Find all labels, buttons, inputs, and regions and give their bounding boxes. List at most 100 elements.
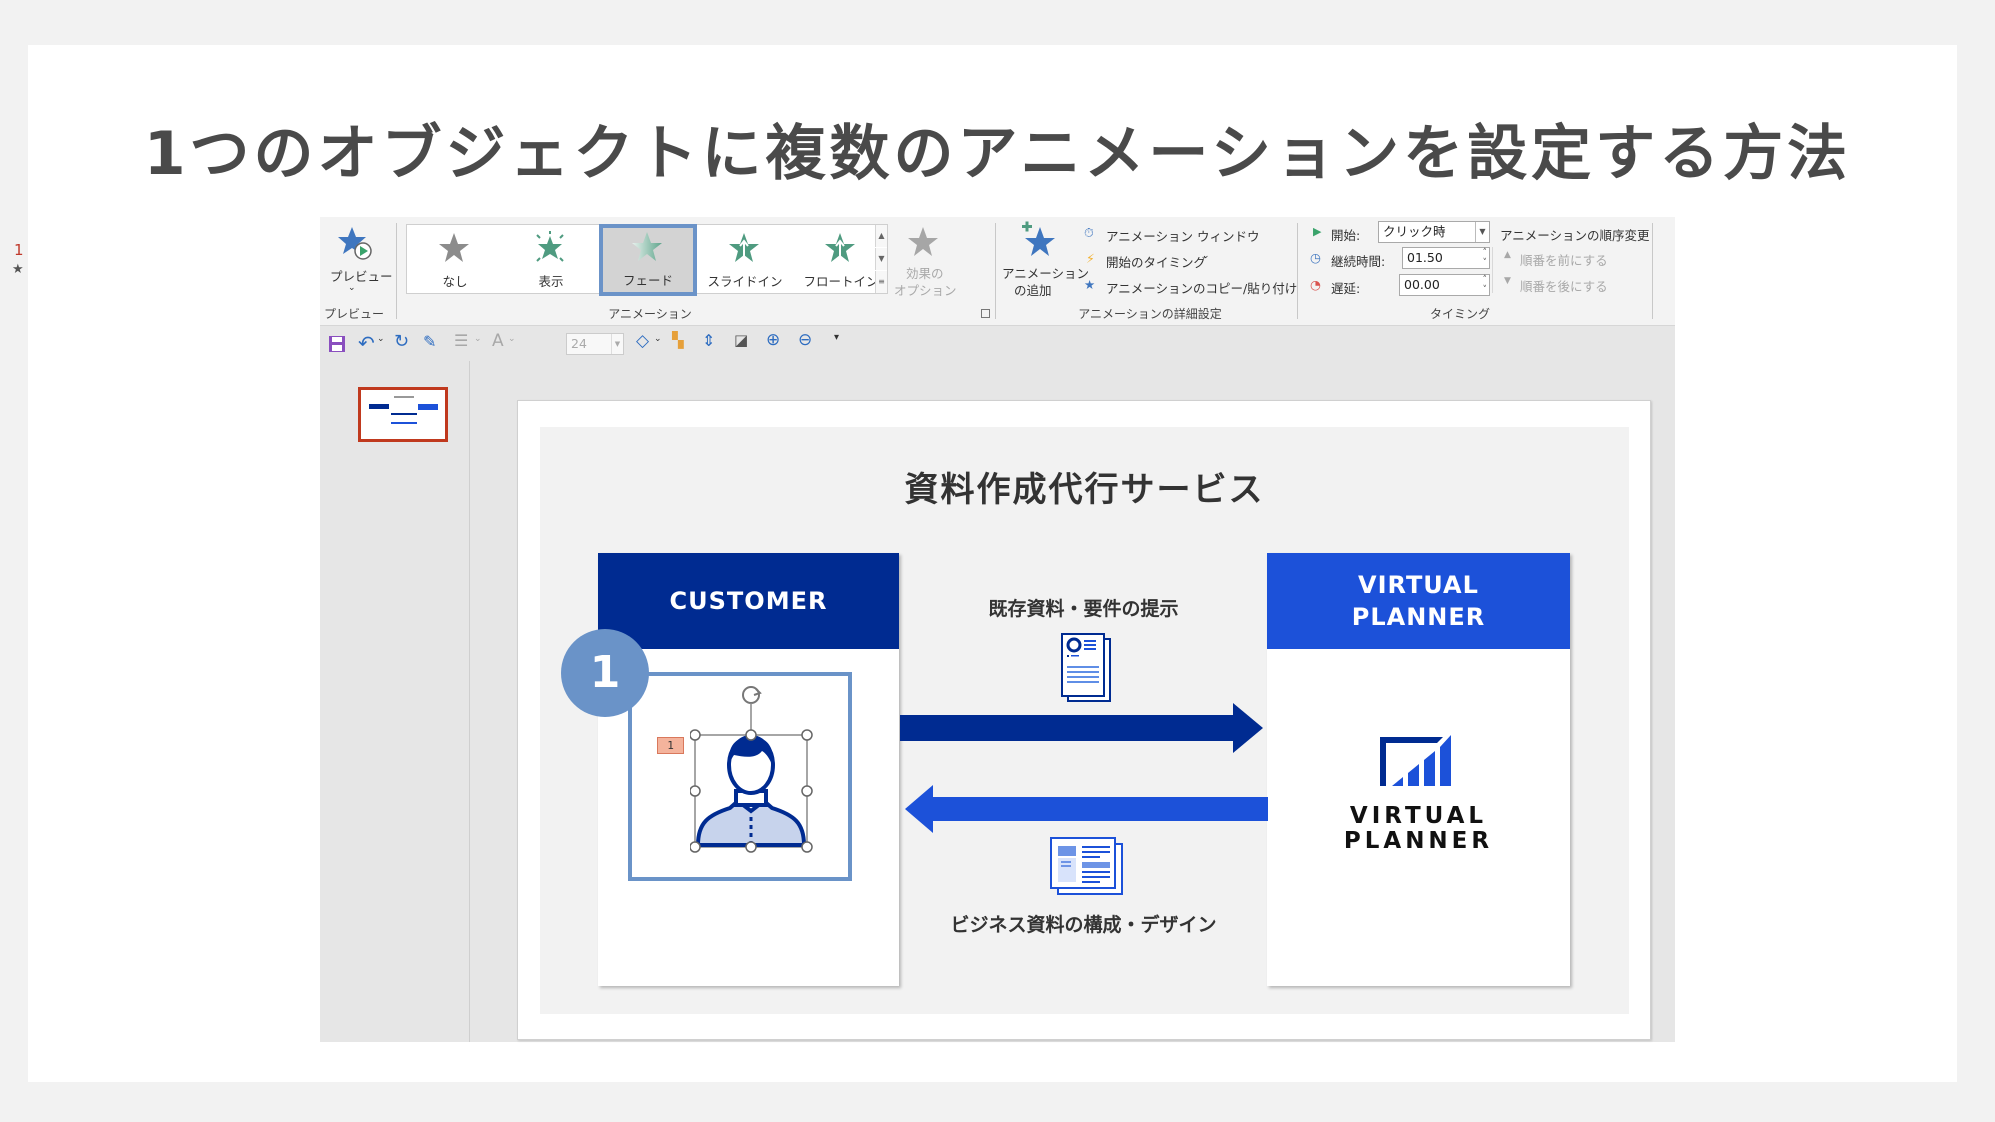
animation-fly-in[interactable]: スライドイン bbox=[697, 225, 793, 293]
save-icon[interactable] bbox=[328, 335, 346, 353]
document-layout-icon[interactable] bbox=[1046, 836, 1126, 898]
bullets-icon[interactable]: ☰ bbox=[454, 331, 468, 350]
divider bbox=[1652, 223, 1653, 319]
dropdown-arrow-icon[interactable]: ▼ bbox=[611, 334, 623, 354]
preview-group-label: プレビュー bbox=[323, 307, 384, 321]
customize-qat-icon[interactable]: ▾ bbox=[834, 332, 839, 343]
quick-access-toolbar: ↶ ⌄ ↻ ✎ ☰ ⌄ A ⌄ 24 ▼ ◇ ⌄ ▚ ⇕ ◪ ⊕ ⊖ ▾ bbox=[320, 327, 1675, 361]
step-number-badge: 1 bbox=[561, 629, 649, 717]
animation-appear[interactable]: 表示 bbox=[503, 225, 599, 293]
duration-clock-icon: ◷ bbox=[1310, 250, 1321, 265]
slide-thumbnail-panel bbox=[320, 361, 470, 1042]
document-report-icon[interactable] bbox=[1058, 633, 1114, 705]
start-label: 開始: bbox=[1331, 228, 1361, 243]
animation-pane-button[interactable]: ⏱ アニメーション ウィンドウ bbox=[1084, 225, 1259, 245]
thumb-header-right bbox=[418, 404, 438, 410]
arrange-icon[interactable]: ▚ bbox=[672, 331, 684, 349]
thumb-header-left bbox=[369, 404, 389, 409]
preview-star-icon bbox=[338, 227, 372, 260]
delay-input[interactable]: 00.00 ˄ ˅ bbox=[1399, 274, 1490, 296]
chevron-down-icon[interactable]: ⌄ bbox=[508, 334, 516, 344]
advanced-group-label: アニメーションの詳細設定 bbox=[1078, 307, 1222, 321]
virtual-planner-logo-icon bbox=[1380, 735, 1451, 786]
start-dropdown[interactable]: クリック時 ▼ bbox=[1378, 221, 1490, 243]
divider bbox=[1297, 223, 1298, 319]
start-play-icon: ▶ bbox=[1313, 225, 1322, 238]
redo-icon[interactable]: ↻ bbox=[394, 331, 409, 352]
chevron-down-icon[interactable]: ⌄ bbox=[654, 334, 662, 344]
triangle-down-icon: ▼ bbox=[1504, 276, 1511, 286]
dropdown-arrow-icon[interactable]: ▼ bbox=[1475, 222, 1489, 242]
person-icon[interactable] bbox=[690, 683, 820, 853]
preview-button[interactable]: プレビュー ⌄ bbox=[324, 221, 393, 303]
caption-business-design[interactable]: ビジネス資料の構成・デザイン bbox=[900, 910, 1267, 937]
page-title: 1つのオブジェクトに複数のアニメーションを設定する方法 bbox=[143, 119, 1852, 189]
thumb-arrow bbox=[391, 413, 417, 415]
gallery-scroll-up[interactable]: ▲ bbox=[875, 225, 887, 247]
virtual-planner-logo-text: VIRTUAL PLANNER bbox=[1343, 803, 1494, 854]
chevron-down-icon[interactable]: ⌄ bbox=[474, 334, 482, 344]
undo-dropdown-icon[interactable]: ⌄ bbox=[377, 334, 385, 344]
delay-label: 遅延: bbox=[1331, 281, 1361, 296]
gallery-scroll-down[interactable]: ▼ bbox=[875, 248, 887, 270]
dialog-launcher-icon[interactable] bbox=[981, 309, 990, 318]
animation-group-label: アニメーション bbox=[608, 307, 692, 321]
font-color-icon[interactable]: A bbox=[492, 331, 504, 351]
duration-spinner[interactable]: ˄ ˅ bbox=[1483, 248, 1488, 268]
font-size-box[interactable]: 24 ▼ bbox=[566, 333, 624, 355]
thumb-arrow bbox=[391, 422, 417, 424]
lightning-icon: ⚡ bbox=[1086, 251, 1095, 266]
animation-pane-icon: ⏱ bbox=[1084, 225, 1094, 240]
animation-fade[interactable]: フェード bbox=[599, 224, 697, 296]
chevron-down-icon: ⌄ bbox=[1202, 251, 1210, 261]
add-animation-button[interactable]: アニメーション の追加 bbox=[1000, 219, 1089, 305]
gallery-expand[interactable]: ≡ bbox=[875, 271, 887, 293]
star-appear-icon bbox=[536, 231, 564, 262]
divider bbox=[1492, 247, 1493, 293]
slide-number: 1 bbox=[14, 241, 24, 259]
move-earlier-button[interactable]: ▲ 順番を前にする bbox=[1504, 249, 1624, 269]
timing-group-label: タイミング bbox=[1429, 307, 1490, 321]
edit-shape-icon[interactable]: ◪ bbox=[734, 331, 748, 349]
preview-label: プレビュー bbox=[330, 269, 393, 284]
divider bbox=[995, 223, 996, 319]
chevron-down-icon: ⌄ bbox=[348, 283, 356, 293]
divider bbox=[396, 223, 397, 319]
customer-header: CUSTOMER bbox=[598, 553, 899, 649]
delay-spinner[interactable]: ˄ ˅ bbox=[1483, 275, 1488, 295]
triangle-up-icon: ▲ bbox=[1504, 250, 1511, 260]
effect-options-star-icon bbox=[908, 227, 938, 256]
shapes-icon[interactable]: ◇ bbox=[636, 331, 649, 351]
thumb-title bbox=[394, 396, 414, 398]
animation-gallery: なし 表示 フェード スライドイン フロートイン ▲ ▼ ≡ bbox=[406, 224, 888, 296]
animation-none[interactable]: なし bbox=[407, 225, 503, 293]
duration-label: 継続時間: bbox=[1331, 254, 1386, 269]
slide-title[interactable]: 資料作成代行サービス bbox=[540, 462, 1629, 511]
animation-painter-icon: ★ bbox=[1084, 277, 1096, 292]
zoom-in-icon[interactable]: ⊕ bbox=[766, 330, 780, 350]
effect-options-button[interactable]: 効果の オプション bbox=[894, 223, 957, 303]
format-painter-icon[interactable]: ✎ bbox=[423, 332, 436, 351]
arrow-to-planner[interactable] bbox=[900, 700, 1270, 760]
star-none-icon bbox=[439, 233, 469, 262]
animation-marker-icon: ★ bbox=[12, 262, 24, 277]
duration-input[interactable]: 01.50 ˄ ˅ bbox=[1402, 247, 1490, 269]
ribbon-animations-tab: プレビュー ⌄ プレビュー なし 表示 フェード スライドイン フロートイン ▲… bbox=[320, 217, 1675, 326]
move-later-button[interactable]: ▼ 順番を後にする bbox=[1504, 275, 1624, 295]
delay-clock-icon: ◔ bbox=[1310, 277, 1321, 292]
line-spacing-icon[interactable]: ⇕ bbox=[702, 331, 715, 350]
slide-thumbnail[interactable] bbox=[358, 387, 448, 442]
vp-header: VIRTUAL PLANNER bbox=[1267, 553, 1570, 649]
add-animation-star-icon bbox=[1022, 221, 1055, 256]
caption-existing-materials[interactable]: 既存資料・要件の提示 bbox=[900, 594, 1267, 621]
zoom-out-icon[interactable]: ⊖ bbox=[798, 330, 812, 350]
star-fade-icon bbox=[632, 232, 662, 261]
trigger-button[interactable]: ⚡ 開始のタイミング ⌄ bbox=[1084, 251, 1254, 271]
arrow-to-customer[interactable] bbox=[900, 782, 1270, 838]
star-fly-in-icon bbox=[729, 233, 759, 263]
reorder-title: アニメーションの順序変更 bbox=[1500, 228, 1650, 243]
animation-painter-button[interactable]: ★ アニメーションのコピー/貼り付け bbox=[1084, 277, 1297, 297]
animation-order-tag[interactable]: 1 bbox=[657, 737, 684, 754]
undo-icon[interactable]: ↶ bbox=[358, 331, 375, 355]
star-float-in-icon bbox=[825, 233, 855, 262]
